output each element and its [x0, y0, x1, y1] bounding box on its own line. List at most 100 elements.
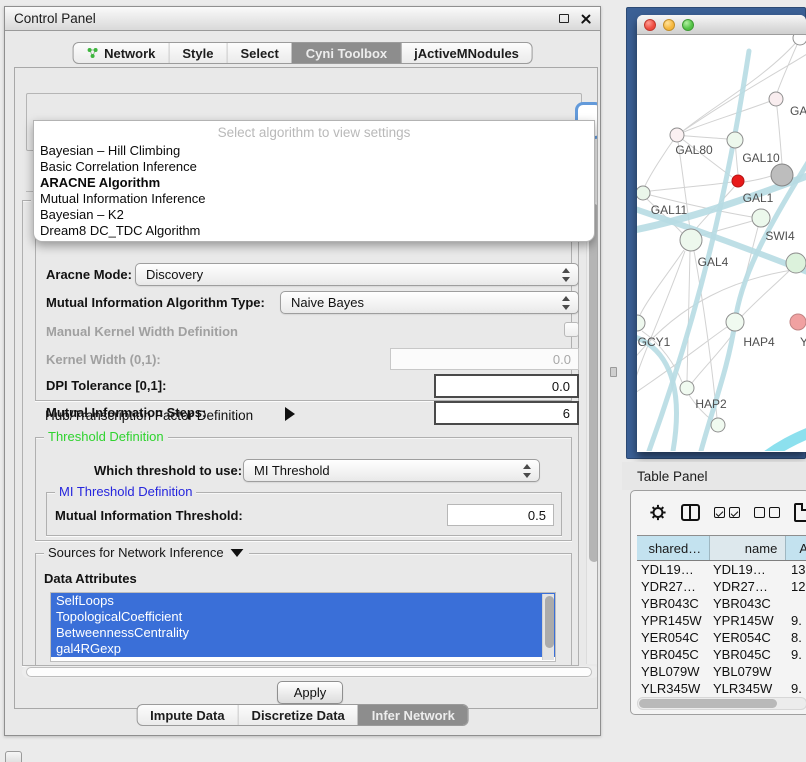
- export-table-icon[interactable]: [794, 503, 806, 522]
- window-minimize-icon[interactable]: [663, 19, 675, 31]
- tab-jactivemnodules[interactable]: jActiveMNodules: [400, 43, 532, 63]
- tab-label: Impute Data: [150, 708, 224, 723]
- network-node[interactable]: [793, 35, 806, 45]
- kernel-width-field[interactable]: [390, 348, 579, 370]
- settings-vertical-scrollbar[interactable]: [586, 202, 598, 664]
- table-row[interactable]: YDR27…YDR27…12: [637, 578, 806, 595]
- split-columns-icon[interactable]: [681, 504, 700, 521]
- dpi-tolerance-field[interactable]: [434, 374, 579, 398]
- table-cell: YBR045C: [637, 646, 711, 663]
- table-row[interactable]: YER054CYER054C8.: [637, 629, 806, 646]
- network-node[interactable]: [771, 164, 793, 186]
- table-cell: 9.: [788, 680, 806, 697]
- table-horizontal-scrollbar[interactable]: [637, 697, 806, 710]
- cyni-bottom-tabbar: Impute Data Discretize DataInfer Network: [136, 704, 469, 726]
- hub-expand-arrow-icon[interactable]: [285, 407, 295, 421]
- column-header-name[interactable]: name: [710, 536, 786, 560]
- attribute-item-betweennesscentrality[interactable]: BetweennessCentrality: [51, 625, 555, 641]
- network-node-hap4[interactable]: [726, 313, 744, 331]
- list-scrollbar[interactable]: [542, 594, 554, 660]
- table-row[interactable]: YBR043CYBR043C: [637, 595, 806, 612]
- tab-discretize-data[interactable]: Discretize Data: [238, 705, 358, 725]
- table-row[interactable]: YLR345WYLR345W9.: [637, 680, 806, 697]
- tab-network[interactable]: Network: [73, 43, 168, 63]
- network-node-y[interactable]: [790, 314, 806, 330]
- network-node[interactable]: [711, 418, 725, 432]
- column-header-a[interactable]: A: [786, 536, 806, 560]
- network-node-label: GAL11: [651, 203, 688, 217]
- algorithm-option-bayesian-hill-climbing[interactable]: Bayesian – Hill Climbing: [34, 143, 594, 159]
- table-row[interactable]: YBL079WYBL079W: [637, 663, 806, 680]
- manual-kernel-width-checkbox[interactable]: [564, 322, 579, 337]
- data-attributes-list[interactable]: SelfLoopsTopologicalCoefficientBetweenne…: [50, 592, 556, 662]
- mi-steps-field[interactable]: [434, 401, 579, 425]
- unselect-all-columns-icon[interactable]: [754, 507, 780, 518]
- table-cell: [788, 595, 806, 612]
- control-panel-window: Control Panel NetworkStyleSelectCyni Too…: [4, 6, 601, 736]
- bottom-left-panel-icon[interactable]: [5, 751, 22, 762]
- network-node-gcy1[interactable]: [637, 315, 645, 331]
- tab-impute-data[interactable]: Impute Data: [137, 705, 237, 725]
- attribute-item-gal4rgexp[interactable]: gal4RGexp: [51, 641, 555, 657]
- float-panel-icon[interactable]: [559, 14, 569, 23]
- tab-select[interactable]: Select: [226, 43, 291, 63]
- data-attributes-label: Data Attributes: [44, 571, 137, 586]
- network-view-window[interactable]: GAL7GAL80GAL10GAL1GAL11SWI4GAL4GCY1HAP4Y…: [637, 15, 806, 452]
- cyni-toolbox-panel: Cyni Algorithm Settings Algorithm Defini…: [14, 67, 598, 709]
- network-node-swi4[interactable]: [752, 209, 770, 227]
- close-panel-icon[interactable]: [581, 14, 591, 24]
- attribute-item-topologicalcoefficient[interactable]: TopologicalCoefficient: [51, 609, 555, 625]
- network-view-focus-frame: GAL7GAL80GAL10GAL1GAL11SWI4GAL4GCY1HAP4Y…: [626, 7, 806, 459]
- table-toolbar: [631, 491, 806, 533]
- table-cell: YDL19…: [711, 561, 788, 578]
- algorithm-option-bayesian-k2[interactable]: Bayesian – K2: [34, 207, 594, 223]
- settings-gear-icon[interactable]: [649, 503, 667, 522]
- network-graph[interactable]: GAL7GAL80GAL10GAL1GAL11SWI4GAL4GCY1HAP4Y…: [637, 35, 806, 451]
- tab-infer-network[interactable]: Infer Network: [358, 705, 468, 725]
- table-cell: 12: [788, 578, 806, 595]
- settings-vertical-scrollbar-thumb[interactable]: [589, 204, 599, 562]
- network-node-gal11[interactable]: [637, 186, 650, 200]
- column-header-shared[interactable]: shared…: [637, 536, 710, 560]
- table-horizontal-scrollbar-thumb[interactable]: [639, 699, 777, 708]
- table-cell: YDR27…: [637, 578, 711, 595]
- select-all-columns-icon[interactable]: [714, 507, 740, 518]
- algorithm-option-mutual-information-inference[interactable]: Mutual Information Inference: [34, 191, 594, 207]
- apply-button[interactable]: Apply: [277, 681, 343, 704]
- network-node-label: SWI4: [765, 229, 795, 243]
- table-cell: 9.: [788, 612, 806, 629]
- sources-collapse-arrow-icon[interactable]: [230, 549, 243, 557]
- network-node-gal10[interactable]: [727, 132, 743, 148]
- mi-algorithm-type-select[interactable]: Naive Bayes: [280, 291, 579, 314]
- panel-splitter-grip[interactable]: [610, 367, 617, 377]
- algorithm-option-basic-correlation-inference[interactable]: Basic Correlation Inference: [34, 159, 594, 175]
- mi-threshold-field[interactable]: [447, 504, 554, 526]
- algorithm-option-aracne-algorithm[interactable]: ARACNE Algorithm: [34, 175, 594, 191]
- aracne-mode-select[interactable]: Discovery: [135, 263, 579, 286]
- network-node-gal80[interactable]: [670, 128, 684, 142]
- desktop: Control Panel NetworkStyleSelectCyni Too…: [0, 0, 806, 762]
- algorithm-dropdown-popup: Select algorithm to view settings Bayesi…: [33, 120, 595, 242]
- table-row[interactable]: YPR145WYPR145W9.: [637, 612, 806, 629]
- network-node-gal1[interactable]: [732, 175, 744, 187]
- network-node[interactable]: [786, 253, 806, 273]
- network-node-label: GAL80: [675, 143, 713, 157]
- tab-cyni-toolbox[interactable]: Cyni Toolbox: [292, 43, 400, 63]
- tab-style[interactable]: Style: [168, 43, 226, 63]
- which-threshold-select[interactable]: MI Threshold: [243, 459, 540, 482]
- tab-label: jActiveMNodules: [414, 46, 519, 61]
- node-table: shared…nameA YDL19…YDL19…13YDR27…YDR27…1…: [637, 535, 806, 714]
- network-node-gal4[interactable]: [680, 229, 702, 251]
- list-scrollbar-thumb[interactable]: [545, 596, 554, 648]
- window-close-icon[interactable]: [644, 19, 656, 31]
- algorithm-option-dream8-dc-tdc-algorithm[interactable]: Dream8 DC_TDC Algorithm: [34, 223, 594, 239]
- network-node-hap2[interactable]: [680, 381, 694, 395]
- network-node-gal7[interactable]: [769, 92, 783, 106]
- attribute-item-selfloops[interactable]: SelfLoops: [51, 593, 555, 609]
- network-window-titlebar[interactable]: [637, 15, 806, 35]
- table-row[interactable]: YDL19…YDL19…13: [637, 561, 806, 578]
- settings-horizontal-scrollbar-thumb[interactable]: [26, 667, 592, 677]
- window-zoom-icon[interactable]: [682, 19, 694, 31]
- table-row[interactable]: YBR045CYBR045C9.: [637, 646, 806, 663]
- settings-horizontal-scrollbar[interactable]: [22, 666, 598, 678]
